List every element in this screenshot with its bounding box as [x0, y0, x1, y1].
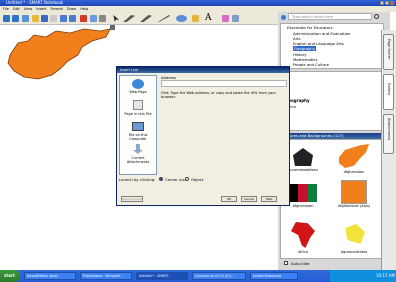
start-button[interactable]: start: [0, 270, 20, 282]
back-icon[interactable]: [3, 15, 10, 22]
menu-edit[interactable]: Edit: [13, 7, 20, 11]
computer-icon: [132, 122, 144, 131]
open-icon[interactable]: [32, 15, 39, 22]
africa-map-thumb[interactable]: [291, 222, 315, 248]
item-caption-afghanistan-2: Afghanistan: [292, 204, 314, 208]
radio-corner-icon[interactable]: [159, 177, 163, 181]
option-current-attachments[interactable]: Current Attachments: [120, 156, 156, 164]
close-button[interactable]: [390, 1, 394, 5]
menu-draw[interactable]: Draw: [67, 7, 76, 11]
tab-gallery[interactable]: Gallery: [383, 74, 394, 110]
radio-corner-label: Corner icon: [165, 177, 187, 182]
task-publications[interactable]: Publications - Microsoft...: [80, 272, 132, 280]
add-page-icon[interactable]: [22, 15, 29, 22]
afghanistan-map-shape[interactable]: [4, 25, 114, 81]
afghanistan-map-thumb[interactable]: [339, 144, 369, 168]
address-input[interactable]: [161, 80, 287, 87]
aguascalientes-map-thumb[interactable]: [345, 224, 365, 244]
tab-attachments[interactable]: Attachments: [383, 114, 394, 154]
menu-file[interactable]: File: [3, 7, 9, 11]
item-caption-africa: Africa: [298, 250, 308, 254]
menu-insert[interactable]: Insert: [36, 7, 46, 11]
globe-icon: [132, 79, 144, 89]
fill-icon[interactable]: [192, 15, 199, 22]
properties-icon[interactable]: [232, 15, 239, 22]
gallery-tree: Essentials for Educators Administration …: [280, 23, 384, 69]
radio-object-label: Object: [191, 177, 204, 182]
auto-hide-checkbox[interactable]: [284, 261, 288, 265]
menu-view[interactable]: View: [24, 7, 32, 11]
task-united-streaming[interactable]: United Streaming: [250, 272, 298, 280]
shape-icon[interactable]: [176, 15, 187, 22]
shape-menu-handle[interactable]: [110, 25, 115, 30]
address-hint: Hint: Type the Web address, or copy and …: [161, 91, 276, 99]
ok-button[interactable]: OK: [221, 196, 237, 202]
back-arrow-icon[interactable]: [281, 15, 286, 20]
select-icon[interactable]: [113, 15, 119, 22]
tree-item-administration[interactable]: Administration and Evaluation: [293, 31, 350, 36]
option-page-in-file[interactable]: Page in this File: [120, 112, 156, 116]
minimize-button[interactable]: [380, 1, 384, 5]
forward-icon[interactable]: [12, 15, 19, 22]
menu-format[interactable]: Format: [51, 7, 63, 11]
magic-pen-icon[interactable]: [222, 15, 229, 22]
remove-link-button[interactable]: Remove Link: [121, 196, 143, 202]
clock: 10:17 AM: [376, 273, 395, 278]
option-file-on-computer[interactable]: File on this Computer: [120, 133, 156, 141]
gallery-search-input[interactable]: Type search terms here: [288, 13, 372, 20]
task-untitled[interactable]: Untitled * - SMART...: [136, 272, 188, 280]
insert-link-dialog: Insert Link Web Page Page in this File F…: [116, 66, 290, 206]
cancel-button[interactable]: Cancel: [241, 196, 257, 202]
main-toolbar: A: [0, 12, 280, 25]
line-icon[interactable]: [158, 15, 170, 22]
creative-pen-icon[interactable]: [140, 15, 152, 22]
dialog-title: Insert Link: [117, 67, 289, 73]
option-web-page[interactable]: Web Page: [120, 90, 156, 94]
maximize-button[interactable]: [385, 1, 389, 5]
text-icon[interactable]: A: [205, 13, 212, 23]
tree-item-people[interactable]: People and Culture: [293, 62, 329, 67]
tab-page-sorter-label: Page Sorter: [387, 38, 391, 60]
radio-object[interactable]: [185, 177, 189, 181]
task-nova4[interactable]: Nova4Edition Appli...: [24, 272, 76, 280]
afghanistan-flag-thumb[interactable]: [289, 184, 317, 202]
accommodations-thumb[interactable]: [289, 146, 317, 166]
save-icon[interactable]: [41, 15, 48, 22]
help-button[interactable]: Help: [261, 196, 277, 202]
redo-icon[interactable]: [69, 15, 76, 22]
launch-label: Launch by clicking:: [119, 177, 156, 182]
gallery-panel: Type search terms here Essentials for Ed…: [278, 12, 390, 270]
system-tray: 10:17 AM: [330, 270, 396, 282]
gallery-items: Accommodations Afghanistan Afghanistan A…: [280, 139, 384, 259]
tree-item-geography[interactable]: Geography: [293, 46, 316, 51]
window-title: Untitled * - SMART Notebook: [6, 0, 64, 5]
table-icon[interactable]: [99, 15, 106, 22]
tree-item-essentials[interactable]: Essentials for Educators: [287, 25, 333, 30]
undo-icon[interactable]: [60, 15, 67, 22]
search-icon[interactable]: [374, 14, 379, 19]
attachment-icon: [133, 144, 143, 154]
auto-hide-label: Auto-hide: [291, 261, 310, 266]
item-caption-aguascalientes: Aguascalientes: [340, 250, 368, 254]
afghanistan-asia-thumb[interactable]: [341, 180, 367, 204]
tab-attachments-label: Attachments: [387, 118, 391, 141]
page-icon: [133, 100, 143, 110]
taskbar: start Nova4Edition Appli... Publications…: [0, 270, 396, 282]
tab-page-sorter[interactable]: Page Sorter: [383, 34, 394, 70]
tab-gallery-label: Gallery: [387, 82, 391, 96]
item-caption-afghanistan-asia: Afghanistan (Asia): [337, 204, 370, 208]
item-caption-afghanistan-1: Afghanistan: [343, 170, 365, 174]
paste-icon[interactable]: [50, 15, 57, 22]
link-type-list: Web Page Page in this File File on this …: [119, 75, 157, 175]
screen-shade-icon[interactable]: [90, 15, 97, 22]
item-caption-accommodations: Accommodations: [287, 168, 319, 172]
gallery-folder-area: Geography Africa: [280, 71, 384, 131]
menu-help[interactable]: Help: [80, 7, 88, 11]
task-common[interactable]: Common on Dr Fx (H:)...: [192, 272, 246, 280]
pen-icon[interactable]: [123, 15, 135, 22]
delete-icon[interactable]: [80, 15, 87, 22]
